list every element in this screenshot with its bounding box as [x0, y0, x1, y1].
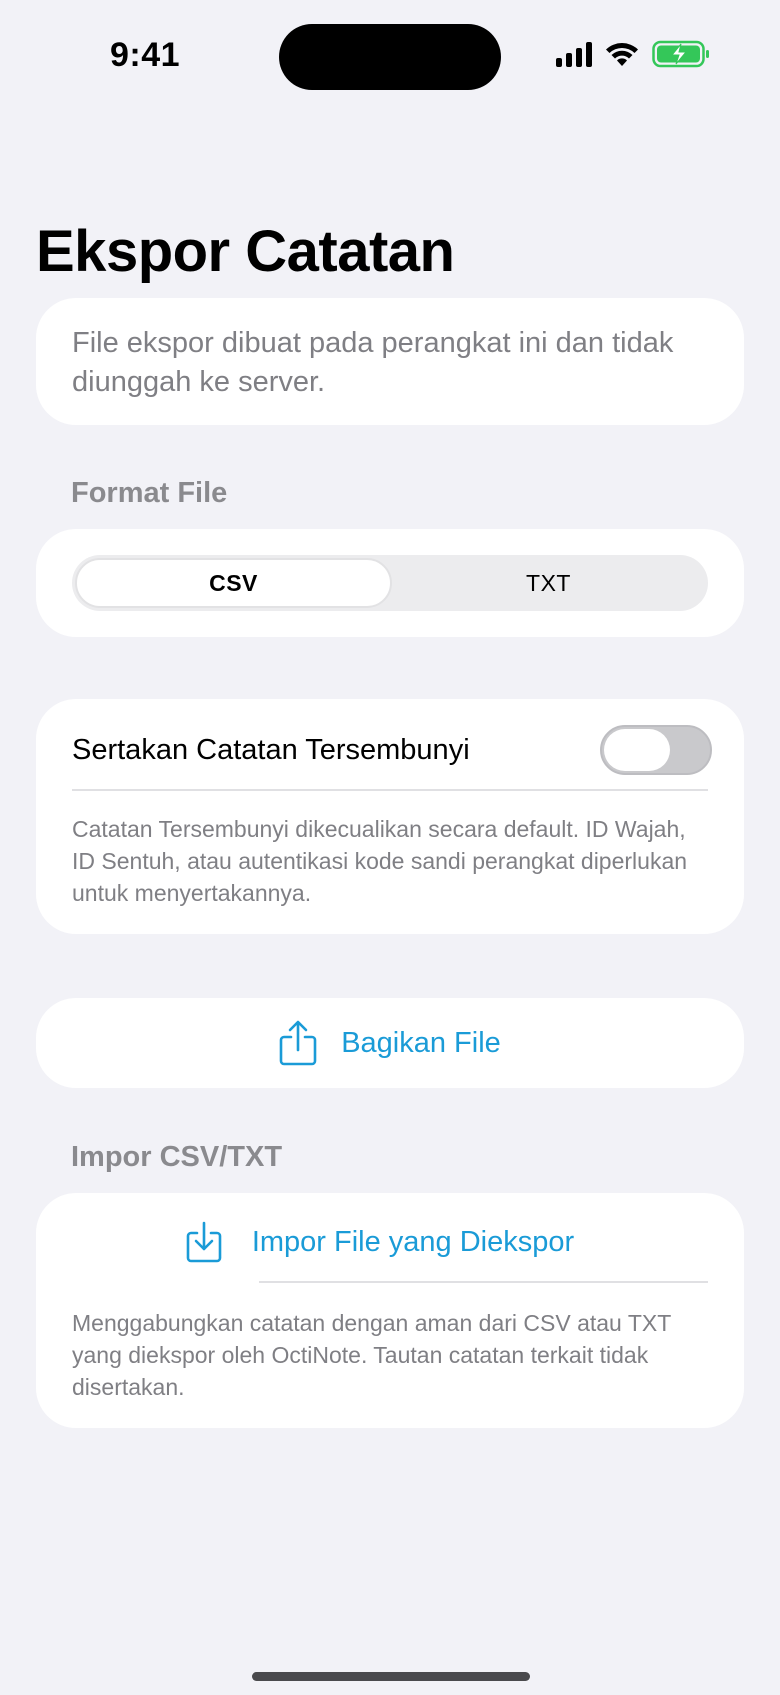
format-card: CSV TXT	[36, 529, 744, 637]
cellular-signal-icon	[556, 41, 592, 67]
import-section-label: Impor CSV/TXT	[71, 1141, 283, 1173]
page-title: Ekspor Catatan	[36, 219, 455, 284]
battery-charging-icon	[652, 40, 709, 68]
hidden-notes-toggle[interactable]	[600, 725, 712, 775]
info-text: File ekspor dibuat pada perangkat ini da…	[72, 327, 674, 398]
hidden-notes-note: Catatan Tersembunyi dikecualikan secara …	[72, 816, 688, 906]
import-card: Impor File yang Diekspor Menggabungkan c…	[36, 1193, 744, 1428]
toggle-knob	[604, 729, 670, 771]
hidden-notes-card: Sertakan Catatan Tersembunyi Catatan Ter…	[36, 699, 744, 934]
import-file-label: Impor File yang Diekspor	[251, 1225, 575, 1258]
import-note: Menggabungkan catatan dengan aman dari C…	[72, 1310, 671, 1400]
segment-csv[interactable]: CSV	[75, 558, 392, 608]
dynamic-island	[279, 24, 501, 90]
home-indicator[interactable]	[252, 1672, 530, 1681]
info-card: File ekspor dibuat pada perangkat ini da…	[36, 298, 744, 425]
share-file-label: Bagikan File	[341, 1026, 501, 1059]
export-notes-screen: 9:41 Ekspor Catatan File ekspor dibuat p…	[0, 0, 780, 1695]
import-icon	[186, 1221, 222, 1263]
import-file-button[interactable]: Impor File yang Diekspor	[36, 1211, 744, 1273]
share-file-button[interactable]: Bagikan File	[36, 998, 744, 1088]
share-icon	[279, 1020, 317, 1066]
hidden-notes-label: Sertakan Catatan Tersembunyi	[72, 733, 470, 766]
segment-txt[interactable]: TXT	[392, 558, 705, 608]
format-segmented-control[interactable]: CSV TXT	[72, 555, 708, 611]
divider	[259, 1281, 708, 1283]
wifi-icon	[606, 43, 638, 66]
divider	[72, 789, 708, 791]
format-section-label: Format File	[71, 477, 228, 509]
hidden-notes-row: Sertakan Catatan Tersembunyi	[72, 723, 712, 777]
status-time: 9:41	[110, 36, 181, 74]
status-indicators	[556, 40, 710, 68]
